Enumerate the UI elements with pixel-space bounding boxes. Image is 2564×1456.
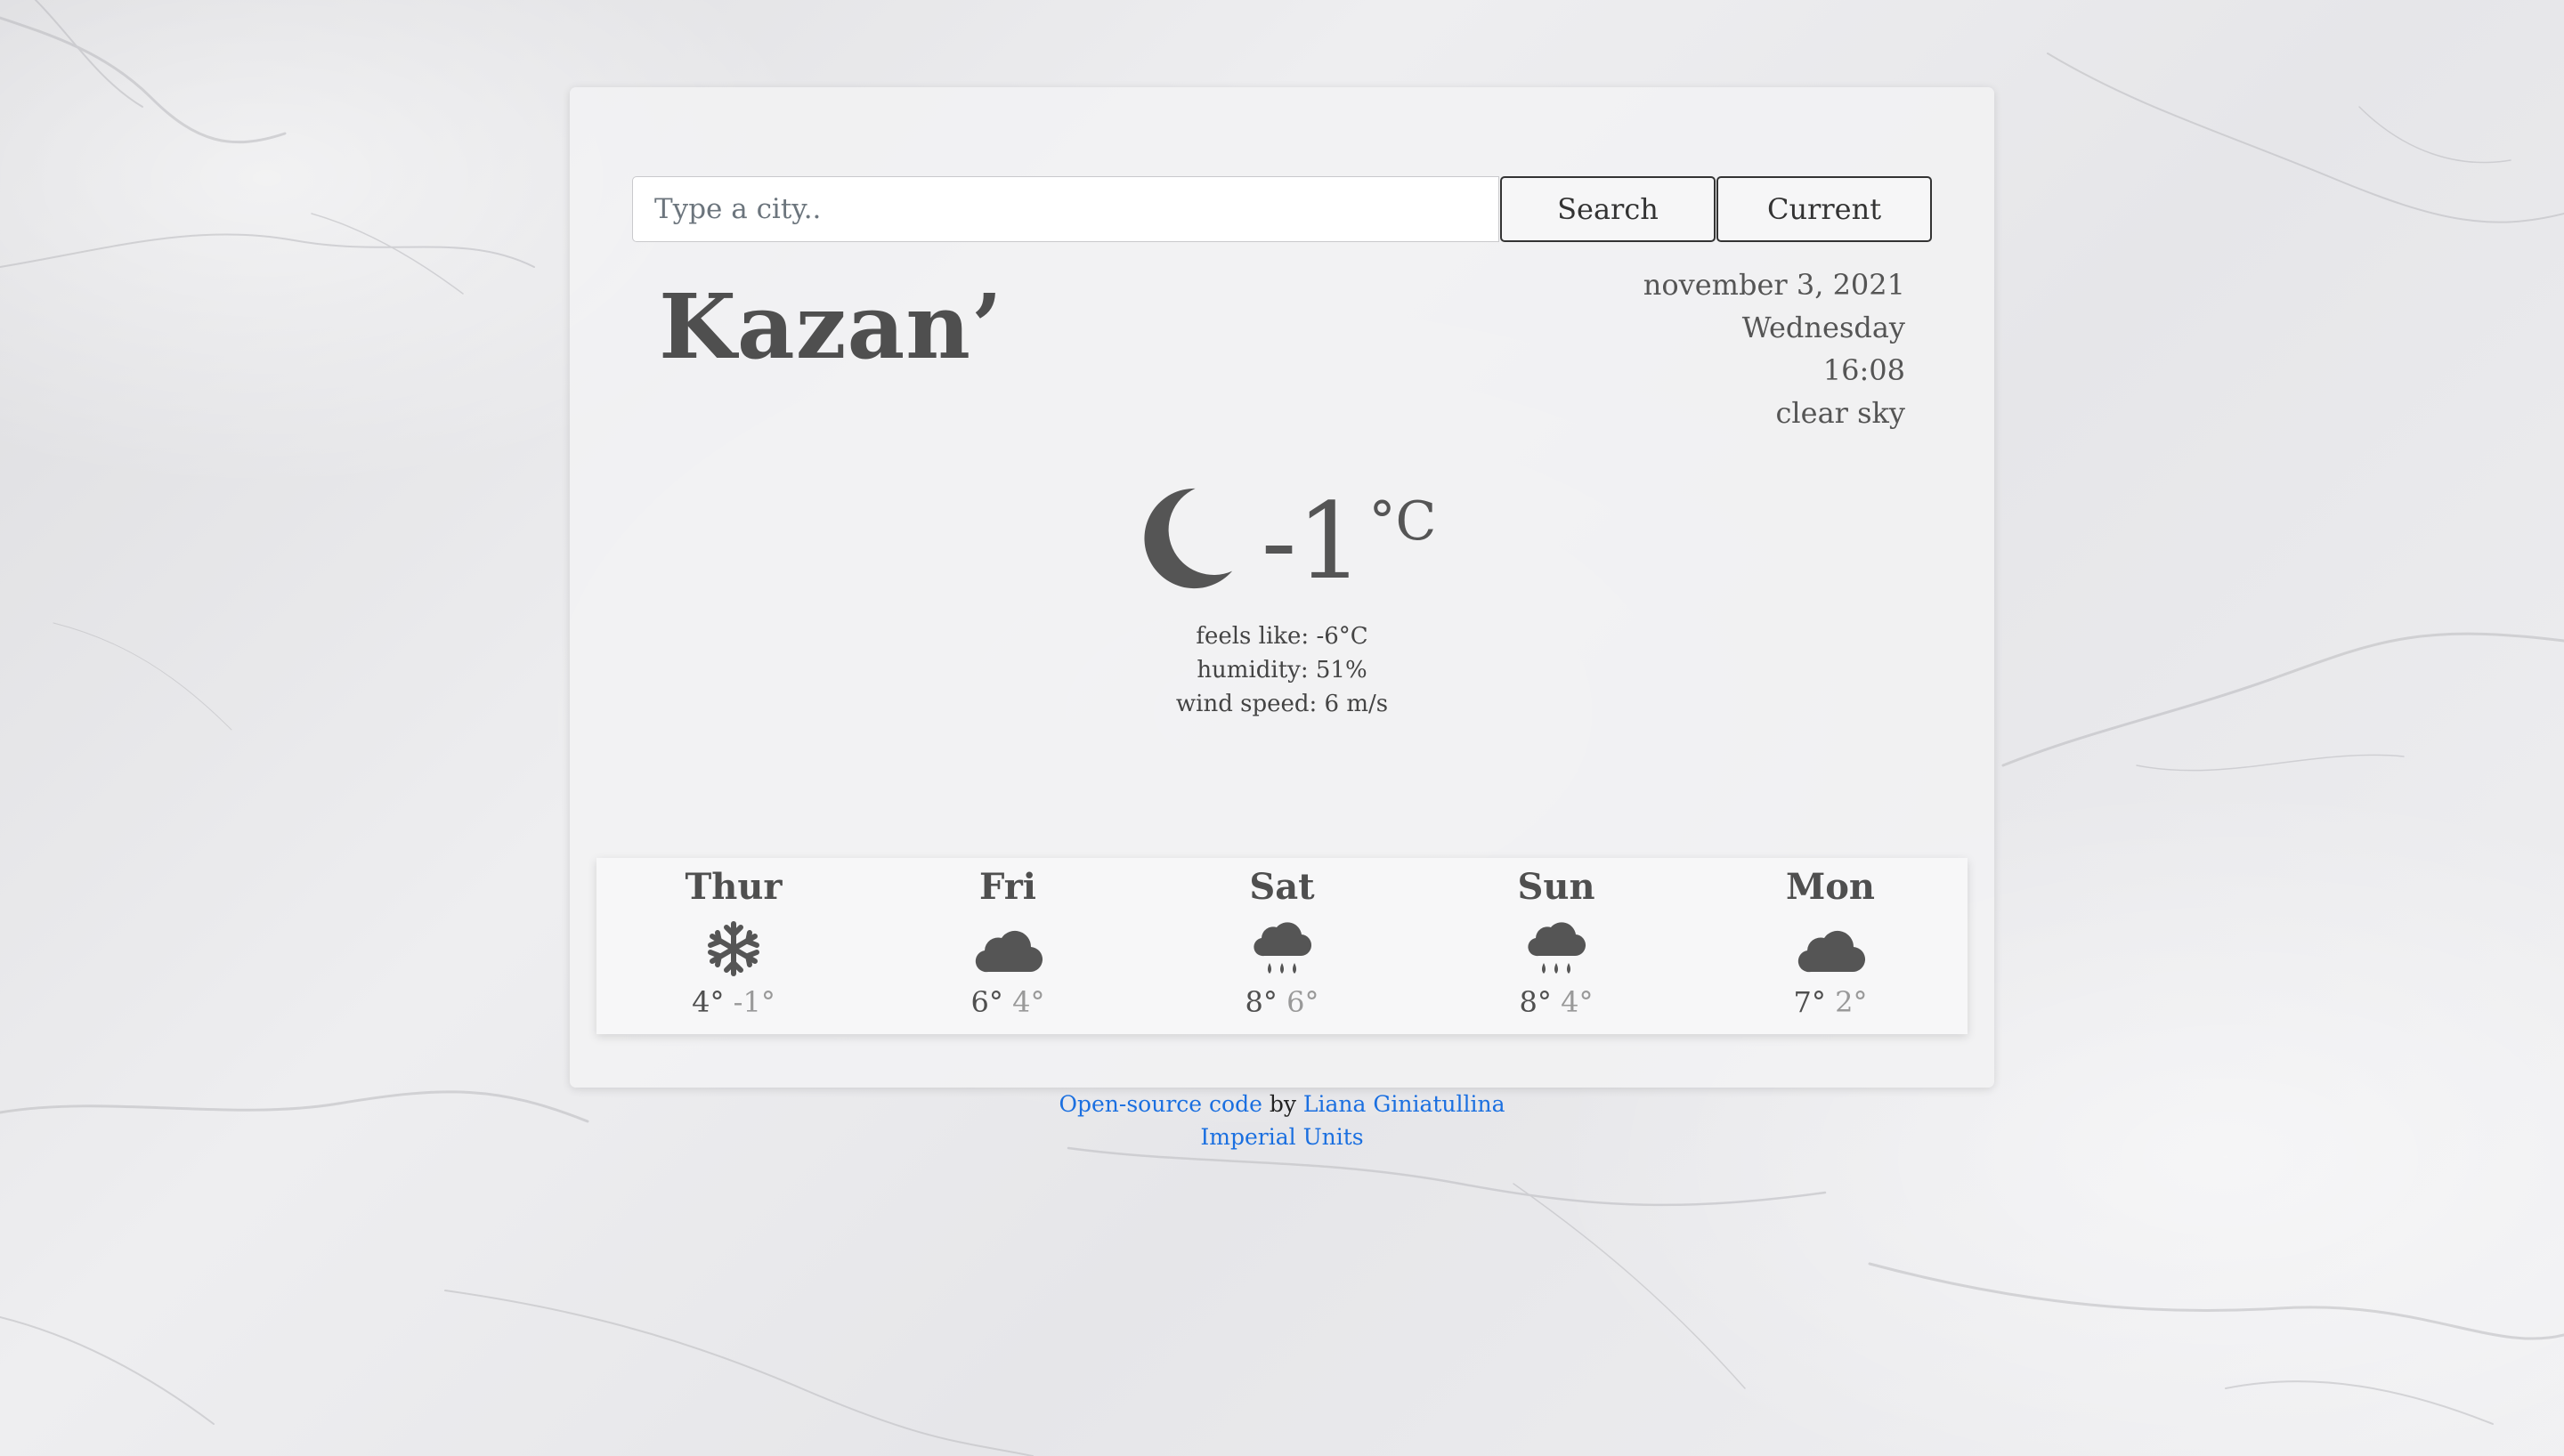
forecast-strip: Thur 4° -1° Fri 6° 4° Sat 8° 6° Sun 8° 4… bbox=[596, 858, 1968, 1034]
forecast-temps: 8° 4° bbox=[1419, 983, 1693, 1022]
current-temperature-row: -1 °C bbox=[1128, 479, 1437, 603]
forecast-day-name: Mon bbox=[1785, 866, 1876, 908]
forecast-max-temp: 7° bbox=[1793, 985, 1826, 1019]
units-line: Imperial Units bbox=[0, 1120, 2564, 1153]
forecast-max-temp: 8° bbox=[1519, 985, 1552, 1019]
forecast-temps: 4° -1° bbox=[596, 983, 871, 1022]
search-form: Search Current bbox=[632, 176, 1932, 242]
forecast-max-temp: 4° bbox=[692, 985, 725, 1019]
forecast-min-temp: -1° bbox=[733, 985, 775, 1019]
feels-like-text: feels like: -6°C bbox=[1196, 623, 1368, 650]
forecast-day-name: Thur bbox=[685, 866, 783, 908]
forecast-max-temp: 6° bbox=[970, 985, 1003, 1019]
forecast-temps: 6° 4° bbox=[871, 983, 1145, 1022]
forecast-min-temp: 2° bbox=[1835, 985, 1868, 1019]
cloud-rain-icon bbox=[1528, 922, 1586, 974]
forecast-day-name: Fri bbox=[979, 866, 1036, 908]
forecast-temps: 7° 2° bbox=[1693, 983, 1968, 1022]
date-text: november 3, 2021 bbox=[1643, 268, 1905, 302]
source-code-link[interactable]: Open-source code bbox=[1059, 1091, 1262, 1117]
current-location-button[interactable]: Current bbox=[1716, 176, 1932, 242]
imperial-units-link[interactable]: Imperial Units bbox=[1200, 1124, 1363, 1150]
forecast-max-temp: 8° bbox=[1245, 985, 1278, 1019]
weekday-text: Wednesday bbox=[1741, 311, 1905, 344]
forecast-day-name: Sun bbox=[1517, 866, 1595, 908]
forecast-day: Sat 8° 6° bbox=[1145, 858, 1419, 1034]
forecast-min-temp: 4° bbox=[1012, 985, 1045, 1019]
humidity-text: humidity: 51% bbox=[1197, 657, 1367, 684]
forecast-day: Fri 6° 4° bbox=[871, 858, 1145, 1034]
forecast-day: Mon 7° 2° bbox=[1693, 858, 1968, 1034]
cloud-icon bbox=[1797, 930, 1866, 973]
author-link[interactable]: Liana Giniatullina bbox=[1303, 1091, 1505, 1117]
forecast-day: Thur 4° -1° bbox=[596, 858, 871, 1034]
temperature-unit[interactable]: °C bbox=[1369, 495, 1437, 548]
wind-speed-text: wind speed: 6 m/s bbox=[1175, 691, 1389, 717]
weather-description: clear sky bbox=[1775, 396, 1905, 430]
cloud-icon bbox=[975, 930, 1043, 973]
weather-details: november 3, 2021 Wednesday 16:08 clear s… bbox=[1643, 263, 1905, 434]
forecast-min-temp: 6° bbox=[1286, 985, 1319, 1019]
forecast-min-temp: 4° bbox=[1561, 985, 1594, 1019]
weather-metrics: feels like: -6°C humidity: 51% wind spee… bbox=[570, 619, 1994, 721]
page-footer: Open-source code by Liana Giniatullina I… bbox=[0, 1088, 2564, 1153]
current-weather: -1 °C feels like: -6°C humidity: 51% win… bbox=[570, 479, 1994, 721]
moon-icon bbox=[1144, 488, 1232, 589]
weather-card: Search Current Kazan’ november 3, 2021 W… bbox=[570, 87, 1994, 1088]
city-search-input[interactable] bbox=[632, 176, 1499, 242]
forecast-day: Sun 8° 4° bbox=[1419, 858, 1693, 1034]
by-text: by bbox=[1269, 1091, 1296, 1117]
cloud-rain-icon bbox=[1254, 922, 1312, 974]
credits-line: Open-source code by Liana Giniatullina bbox=[0, 1088, 2564, 1120]
search-button[interactable]: Search bbox=[1500, 176, 1716, 242]
time-text: 16:08 bbox=[1822, 353, 1905, 387]
snowflake-icon bbox=[708, 921, 759, 976]
forecast-temps: 8° 6° bbox=[1145, 983, 1419, 1022]
city-name: Kazan’ bbox=[659, 274, 1003, 379]
current-temperature: -1 bbox=[1261, 480, 1364, 603]
forecast-day-name: Sat bbox=[1249, 866, 1315, 908]
